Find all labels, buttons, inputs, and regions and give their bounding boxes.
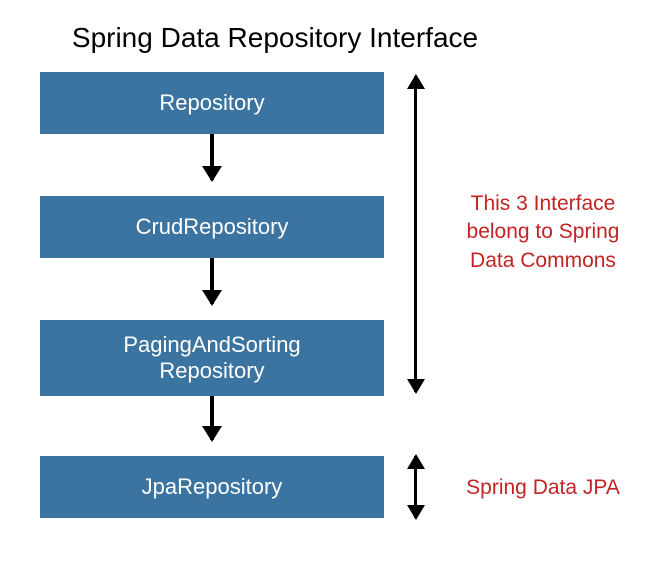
box3-line1: PagingAndSorting [123, 332, 300, 357]
box-crud-repository: CrudRepository [40, 196, 384, 258]
box-crud-repository-label: CrudRepository [136, 214, 289, 240]
label-spring-data-commons: This 3 Interface belong to Spring Data C… [448, 190, 638, 275]
label-commons-l1: This 3 Interface [471, 192, 616, 215]
box-paging-sorting-repository-label: PagingAndSorting Repository [123, 332, 300, 385]
box-paging-sorting-repository: PagingAndSorting Repository [40, 320, 384, 396]
bracket-commons [414, 76, 417, 392]
box-repository: Repository [40, 72, 384, 134]
box3-line2: Repository [159, 358, 264, 383]
bracket-jpa [414, 456, 417, 518]
arrow-3 [210, 396, 214, 440]
arrow-1 [210, 134, 214, 180]
box-repository-label: Repository [159, 90, 264, 116]
arrow-2 [210, 258, 214, 304]
label-spring-data-jpa: Spring Data JPA [448, 474, 638, 502]
box-jpa-repository-label: JpaRepository [142, 474, 283, 500]
diagram-container: Repository CrudRepository PagingAndSorti… [0, 72, 650, 572]
diagram-title: Spring Data Repository Interface [0, 0, 520, 72]
box-jpa-repository: JpaRepository [40, 456, 384, 518]
label-commons-l2: belong to Spring [467, 220, 620, 243]
label-commons-l3: Data Commons [470, 249, 616, 272]
